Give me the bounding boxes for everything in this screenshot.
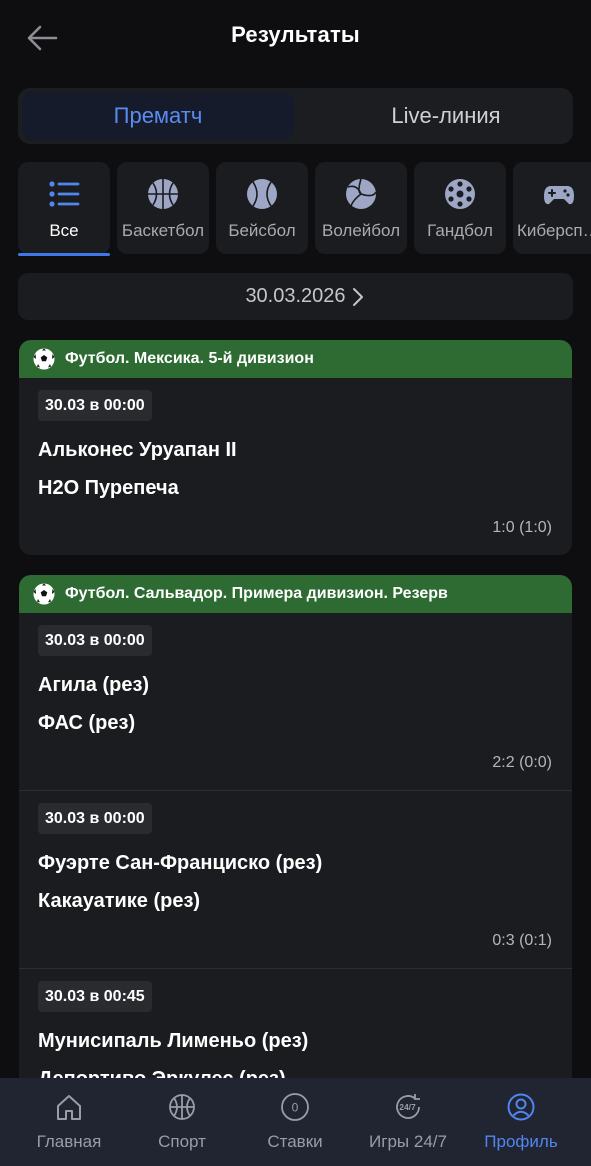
- sport-chip-label: Гандбол: [427, 221, 493, 240]
- match-row[interactable]: 30.03 в 00:00 Фуэрте Сан-Франциско (рез)…: [19, 790, 572, 968]
- match-time: 30.03 в 00:00: [38, 390, 152, 421]
- league-name: Футбол. Сальвадор. Примера дивизион. Рез…: [65, 585, 448, 602]
- nav-label: Ставки: [267, 1132, 323, 1151]
- tab-prematch[interactable]: Прематч: [22, 92, 294, 140]
- svg-text:24/7: 24/7: [399, 1102, 416, 1112]
- match-time: 30.03 в 00:00: [38, 625, 152, 656]
- nav-item-sport[interactable]: Спорт: [123, 1078, 241, 1166]
- bets-count: 0: [292, 1101, 299, 1115]
- sport-chip-volleyball[interactable]: Волейбол: [315, 162, 407, 254]
- league-card: Футбол. Мексика. 5-й дивизион 30.03 в 00…: [19, 340, 572, 555]
- mode-tabs: Прематч Live-линия: [18, 88, 573, 144]
- selected-date: 30.03.2026: [245, 285, 346, 307]
- volleyball-icon: [346, 178, 377, 209]
- sport-chip-handball[interactable]: Гандбол: [414, 162, 506, 254]
- match-time: 30.03 в 00:45: [38, 981, 152, 1012]
- soccer-ball-icon: [33, 348, 55, 370]
- match-score: 2:2 (0:0): [492, 754, 552, 771]
- sport-chip-label: Киберспорт: [517, 221, 591, 240]
- home-icon: [57, 1095, 81, 1120]
- league-card: Футбол. Сальвадор. Примера дивизион. Рез…: [19, 575, 572, 1095]
- games-24-7-icon: 24/7: [396, 1094, 420, 1119]
- header: Результаты: [0, 0, 591, 76]
- league-header[interactable]: Футбол. Сальвадор. Примера дивизион. Рез…: [19, 575, 572, 613]
- sport-ball-icon: [169, 1094, 195, 1120]
- nav-item-games[interactable]: 24/7 Игры 24/7: [349, 1078, 467, 1166]
- league-name: Футбол. Мексика. 5-й дивизион: [65, 350, 314, 367]
- tab-live[interactable]: Live-линия: [310, 92, 582, 140]
- nav-label: Игры 24/7: [369, 1132, 447, 1151]
- list-icon: [49, 181, 80, 207]
- profile-icon: [507, 1093, 535, 1121]
- league-header[interactable]: Футбол. Мексика. 5-й дивизион: [19, 340, 572, 378]
- bets-counter-icon: 0: [281, 1093, 309, 1121]
- home-team: Мунисипаль Лименьо (рез): [38, 1030, 309, 1052]
- away-team: H2O Пурепеча: [38, 477, 179, 499]
- soccer-ball-icon: [33, 583, 55, 605]
- away-team: ФАС (рез): [38, 712, 136, 734]
- nav-item-bets[interactable]: 0 Ставки: [236, 1078, 354, 1166]
- gamepad-icon: [544, 186, 574, 205]
- match-score: 0:3 (0:1): [492, 932, 552, 949]
- bottom-nav: Главная Спорт 0 Ставки 24/7 Игры 24/7 Пр…: [0, 1078, 591, 1166]
- nav-label: Спорт: [158, 1132, 206, 1151]
- sport-filter-bar: Все Баскетбол Бейсбол Волейбол Гандбол К…: [18, 162, 591, 256]
- nav-label: Главная: [36, 1132, 102, 1151]
- sport-chip-label: Волейбол: [321, 221, 401, 240]
- nav-label: Профиль: [484, 1132, 558, 1151]
- handball-icon: [445, 179, 475, 209]
- match-row[interactable]: 30.03 в 00:45 Мунисипаль Лименьо (рез) Д…: [19, 968, 572, 1095]
- chevron-right-icon[interactable]: [351, 287, 365, 307]
- date-selector[interactable]: 30.03.2026: [18, 273, 573, 320]
- sport-chip-label: Бейсбол: [228, 221, 296, 240]
- sport-chip-basketball[interactable]: Баскетбол: [117, 162, 209, 254]
- basketball-icon: [148, 179, 178, 209]
- nav-item-profile[interactable]: Профиль: [462, 1078, 580, 1166]
- baseball-icon: [247, 179, 277, 209]
- sport-chip-all[interactable]: Все: [18, 162, 110, 256]
- home-team: Фуэрте Сан-Франциско (рез): [38, 852, 323, 874]
- sport-chip-label: Баскетбол: [121, 221, 205, 240]
- sport-chip-label: Все: [49, 221, 79, 240]
- match-score: 1:0 (1:0): [492, 519, 552, 536]
- match-row[interactable]: 30.03 в 00:00 Агила (рез) ФАС (рез) 2:2 …: [19, 613, 572, 790]
- home-team: Агила (рез): [38, 674, 150, 696]
- nav-item-home[interactable]: Главная: [10, 1078, 128, 1166]
- away-team: Какауатике (рез): [38, 890, 201, 912]
- home-team: Альконес Уруапан II: [38, 439, 237, 461]
- match-row[interactable]: 30.03 в 00:00 Альконес Уруапан II H2O Пу…: [19, 378, 572, 555]
- sport-chip-esports[interactable]: Киберспорт: [513, 162, 591, 254]
- sport-chip-baseball[interactable]: Бейсбол: [216, 162, 308, 254]
- active-indicator: [18, 253, 110, 256]
- page-title: Результаты: [231, 22, 360, 47]
- match-time: 30.03 в 00:00: [38, 803, 152, 834]
